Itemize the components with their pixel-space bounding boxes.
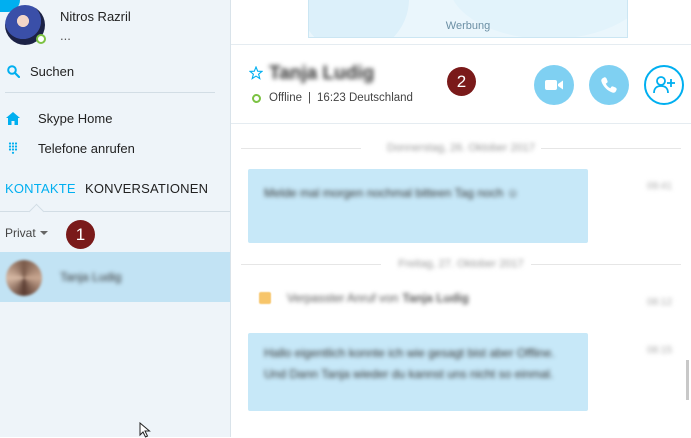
profile-mood[interactable]: ... — [60, 28, 71, 43]
message-list[interactable]: Donnerstag, 26. Oktober 2017 Melde mal m… — [231, 123, 691, 437]
message-timestamp: 08:12 — [647, 297, 673, 308]
event-text: Verpasster Anruf von — [287, 291, 399, 305]
missed-call-icon — [259, 292, 271, 304]
video-call-button[interactable] — [534, 65, 574, 105]
presence-status: Offline — [269, 92, 303, 104]
message-bubble[interactable]: Melde mal morgen nochmal bitteen Tag noc… — [248, 169, 588, 243]
message-bubble[interactable]: Hallo eigentlich konnte ich wie gesagt b… — [248, 333, 588, 411]
contact-list-item[interactable]: Tanja Ludig — [0, 252, 230, 302]
sidebar-item-skype-home[interactable]: Skype Home — [6, 111, 112, 126]
sidebar-item-dialpad[interactable]: Telefone anrufen — [6, 141, 135, 156]
sidebar-item-label: Skype Home — [38, 111, 113, 126]
event-contact-name: Tanja Ludig — [402, 291, 469, 305]
contact-tabs: KONTAKTE KONVERSATIONEN — [0, 178, 230, 220]
sidebar: Nitros Razril ... Suchen Skype Home Tele… — [0, 0, 231, 438]
audio-call-button[interactable] — [589, 65, 629, 105]
message-timestamp: 09:41 — [647, 181, 673, 192]
star-icon[interactable] — [249, 66, 263, 80]
date-divider-line — [541, 148, 681, 149]
offline-status-icon — [252, 93, 261, 103]
sidebar-item-label: Telefone anrufen — [38, 141, 135, 156]
contact-title[interactable]: Tanja Ludig — [269, 63, 374, 85]
annotation-marker-2: 2 — [447, 67, 476, 96]
message-text: Hallo eigentlich konnte ich wie gesagt b… — [264, 346, 555, 381]
phone-icon — [601, 77, 617, 93]
tab-conversations[interactable]: KONVERSATIONEN — [85, 181, 208, 196]
ad-shape — [309, 0, 409, 37]
add-user-icon — [653, 76, 675, 94]
mouse-cursor-icon — [139, 422, 151, 438]
video-camera-icon — [545, 80, 563, 90]
divider — [5, 92, 215, 93]
tab-contacts[interactable]: KONTAKTE — [5, 181, 76, 196]
message-timestamp: 08:15 — [647, 345, 673, 356]
contact-filter-dropdown[interactable]: Privat — [5, 226, 48, 240]
add-participant-button[interactable] — [644, 65, 684, 105]
date-divider-line — [531, 264, 681, 265]
ad-shape — [449, 0, 627, 37]
presence-info: Offline | 16:23 Deutschland — [252, 92, 413, 104]
profile-avatar-wrap[interactable] — [5, 5, 46, 45]
profile-name[interactable]: Nitros Razril — [60, 9, 131, 24]
ad-label: Werbung — [445, 20, 491, 32]
message-text: Melde mal morgen nochmal bitteen Tag noc… — [264, 186, 519, 200]
annotation-marker-1: 1 — [66, 220, 95, 249]
search-label: Suchen — [30, 64, 75, 79]
home-icon — [6, 112, 20, 126]
search-button[interactable]: Suchen — [7, 64, 74, 79]
local-time: 16:23 Deutschland — [317, 92, 413, 104]
presence-separator: | — [308, 92, 312, 104]
avatar — [6, 260, 42, 296]
online-status-icon — [36, 34, 46, 44]
filter-label: Privat — [5, 226, 36, 240]
scrollbar[interactable] — [686, 360, 689, 400]
chevron-down-icon — [39, 231, 48, 235]
conversation-header: Tanja Ludig Offline | 16:23 Deutschland … — [231, 44, 691, 124]
contact-name: Tanja Ludig — [60, 270, 122, 284]
tab-indicator — [28, 203, 45, 220]
ad-banner[interactable]: Werbung — [308, 0, 628, 38]
profile-header[interactable]: Nitros Razril ... — [0, 0, 230, 52]
missed-call-event[interactable]: Verpasster Anruf von Tanja Ludig — [259, 291, 469, 305]
search-icon — [7, 65, 20, 78]
conversation-pane: Werbung Tanja Ludig Offline | 16:23 Deut… — [231, 0, 691, 437]
dialpad-icon — [6, 142, 20, 156]
